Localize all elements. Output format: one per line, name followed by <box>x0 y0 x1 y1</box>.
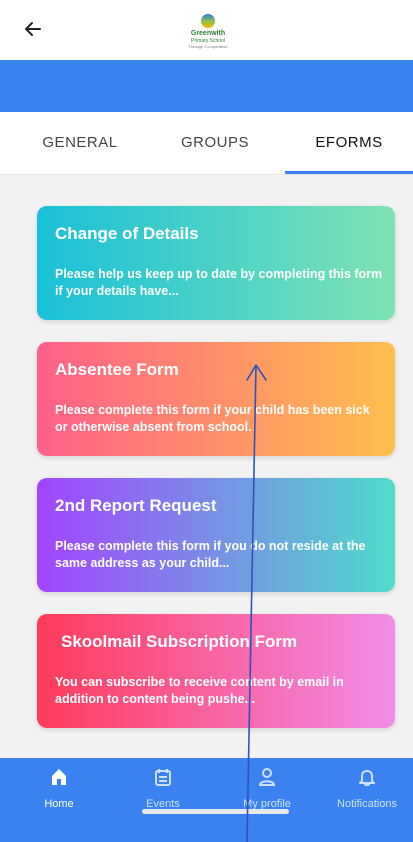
form-title: Skoolmail Subscription Form <box>61 632 298 651</box>
tab-general[interactable]: GENERAL <box>0 112 160 174</box>
form-description: Please complete this form if your child … <box>55 403 370 434</box>
form-description: You can subscribe to receive content by … <box>55 675 344 706</box>
nav-label: Notifications <box>337 798 397 810</box>
tab-bar: GENERAL GROUPS EFORMS <box>0 112 413 175</box>
user-icon <box>259 768 275 786</box>
nav-events[interactable]: Events <box>118 768 208 828</box>
bell-icon <box>359 770 375 786</box>
calendar-icon <box>155 769 171 786</box>
form-description: Please complete this form if you do not … <box>55 539 366 570</box>
form-title: 2nd Report Request <box>55 496 217 515</box>
active-tab-indicator <box>285 171 413 174</box>
nav-my-profile[interactable]: My profile <box>222 768 312 828</box>
tab-eforms[interactable]: EFORMS <box>285 112 413 174</box>
form-card-change-of-details[interactable]: Change of Details Please help us keep up… <box>37 206 395 320</box>
form-card-skoolmail-subscription[interactable]: Skoolmail Subscription Form You can subs… <box>37 614 395 728</box>
nav-label: Home <box>44 798 74 810</box>
back-button[interactable] <box>18 14 48 44</box>
form-title: Change of Details <box>55 224 199 243</box>
logo-tagline: Through Co-operation <box>188 44 228 49</box>
form-description: Please help us keep up to date by comple… <box>55 267 383 298</box>
header-banner <box>0 60 413 112</box>
home-icon <box>52 769 66 785</box>
arrow-left-icon <box>25 22 41 36</box>
form-title: Absentee Form <box>55 360 179 379</box>
bottom-navigation: Home Events My profile Notifications <box>0 758 413 842</box>
school-logo: Greenwith Primary School Through Co-oper… <box>182 8 234 60</box>
balloon-icon <box>201 14 215 28</box>
logo-name: Greenwith <box>190 30 226 37</box>
form-card-absentee[interactable]: Absentee Form Please complete this form … <box>37 342 395 456</box>
top-bar: Greenwith Primary School Through Co-oper… <box>0 0 413 60</box>
form-card-2nd-report-request[interactable]: 2nd Report Request Please complete this … <box>37 478 395 592</box>
home-indicator <box>142 809 289 814</box>
nav-notifications[interactable]: Notifications <box>322 768 412 828</box>
nav-home[interactable]: Home <box>14 768 104 828</box>
tab-groups[interactable]: GROUPS <box>140 112 290 174</box>
